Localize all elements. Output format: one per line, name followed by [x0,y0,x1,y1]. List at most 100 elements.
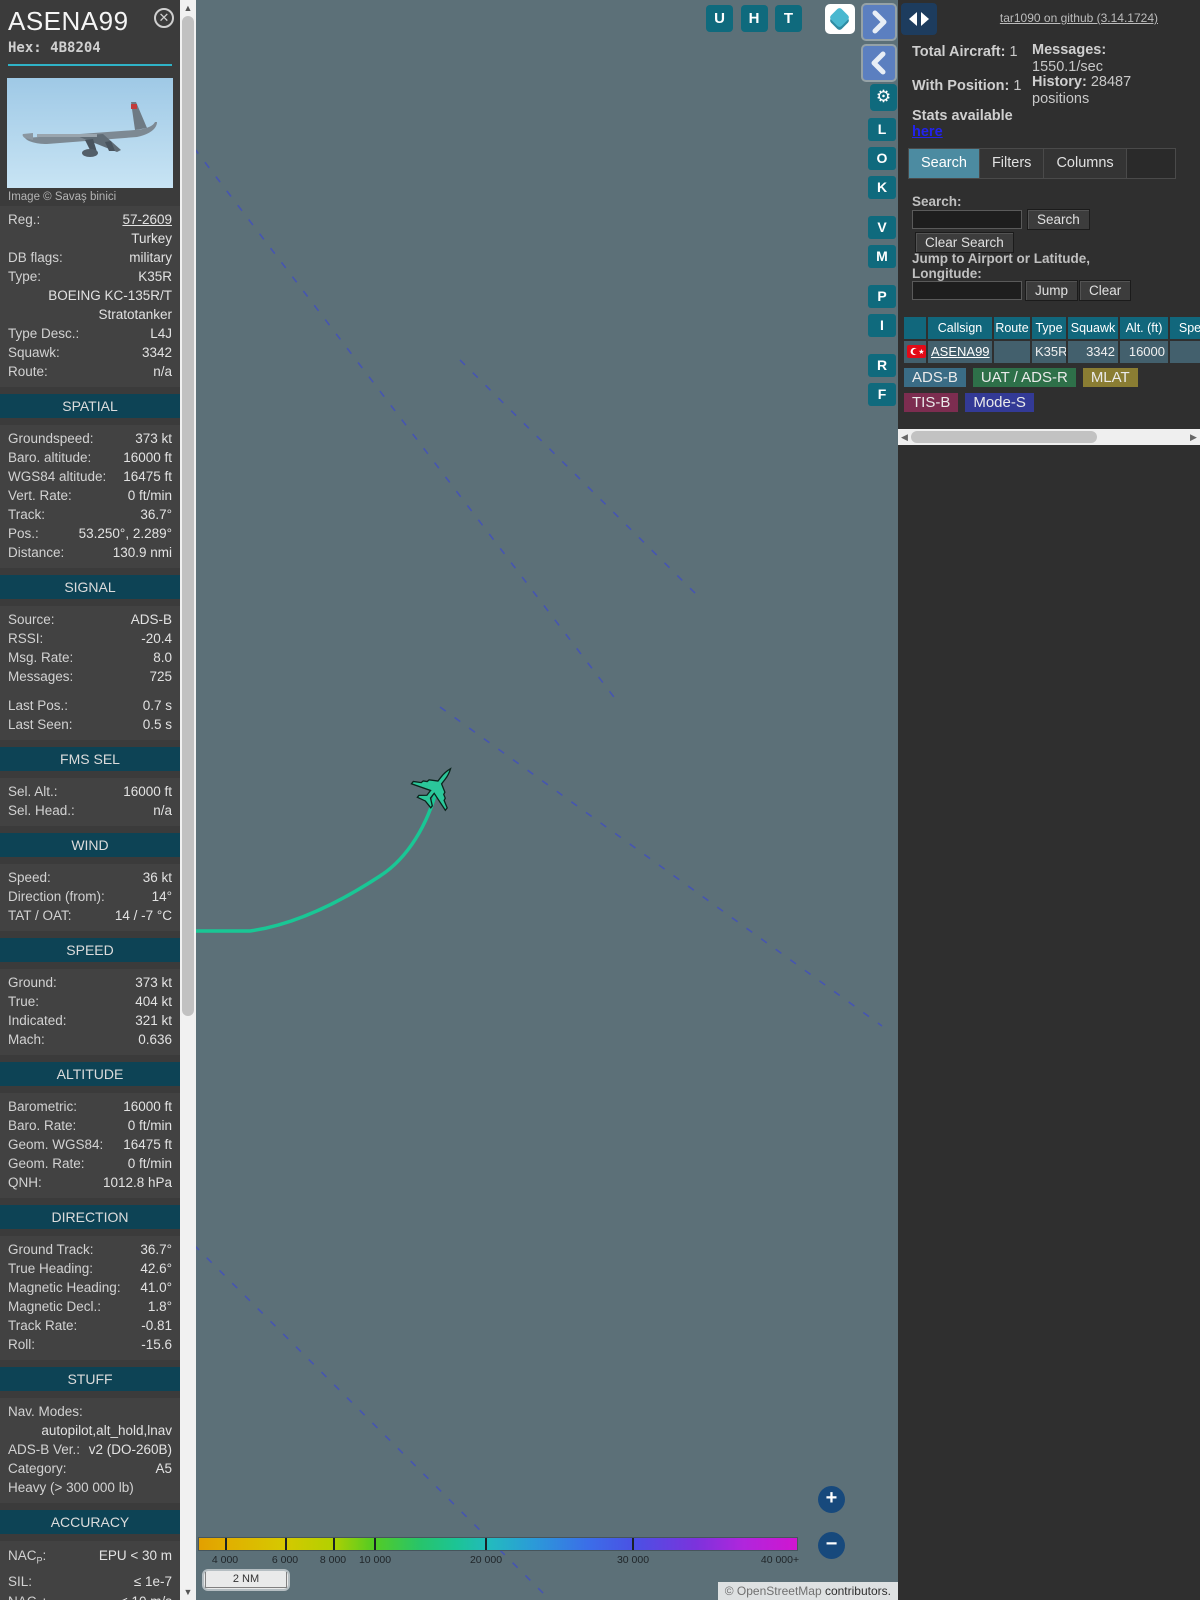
aircraft-photo[interactable] [7,78,173,188]
expand-right-button[interactable] [861,3,897,41]
data-row: Direction (from): 14° [0,887,180,906]
section-header: STUFF [0,1367,180,1391]
scroll-right-icon[interactable]: ▶ [1187,429,1200,445]
aircraft-list-panel: tar1090 on github (3.14.1724) Total Airc… [898,0,1200,1600]
map-button-k[interactable]: K [868,176,896,199]
map-button-t[interactable]: T [775,5,802,32]
column-header-Alt. (ft)[interactable]: Alt. (ft) [1120,317,1168,339]
map-button-m[interactable]: M [868,245,896,268]
data-row: Baro. altitude: 16000 ft [0,448,180,467]
scroll-up-icon[interactable]: ▲ [180,0,196,16]
map-button-u[interactable]: U [706,5,733,32]
zoom-out-button[interactable]: − [818,1532,845,1559]
aircraft-marker[interactable] [407,755,467,815]
map-button-h[interactable]: H [740,5,768,32]
data-row: NACP: EPU < 30 m [0,1545,180,1572]
with-position-label: With Position: [912,78,1010,94]
data-row: SIL: ≤ 1e-7 [0,1572,180,1591]
map-button-r[interactable]: R [868,354,896,377]
column-header-Spe[interactable]: Spe [1170,317,1200,339]
column-header-icon[interactable] [904,317,926,339]
jump-input[interactable] [912,281,1022,300]
row-value: autopilot,alt_hold,lnav [41,1423,172,1438]
data-row: Geom. WGS84: 16475 ft [0,1135,180,1154]
section-body: Ground Track: 36.7° True Heading: 42.6° Magn… [0,1236,180,1360]
table-row[interactable]: ★ ASENA99 K35R 3342 16000 [904,341,1200,363]
map-button-i[interactable]: I [868,314,896,337]
map-scale-label: 2 NM [205,1572,287,1588]
map-button-p[interactable]: P [868,285,896,308]
map-button-f[interactable]: F [868,383,896,406]
tab-columns[interactable]: Columns [1044,149,1127,178]
chevron-right-icon [872,10,887,34]
jump-button[interactable]: Jump [1025,280,1079,301]
column-header-Squawk[interactable]: Squawk [1068,317,1118,339]
row-label: Baro. altitude: [8,450,92,465]
scrollbar-thumb[interactable] [182,16,194,1016]
row-value: 1.8° [147,1299,172,1314]
row-label: Sel. Alt.: [8,784,58,799]
osm-link[interactable]: © OpenStreetMap [725,1584,822,1598]
zoom-in-button[interactable]: + [818,1486,845,1513]
map-scale: 2 NM [204,1571,288,1589]
source-type-badges: ADS-B UAT / ADS-R MLAT TIS-B Mode-S [904,368,1194,418]
tab-filters[interactable]: Filters [979,149,1045,178]
callsign-title: ASENA99 [8,6,129,36]
clear-button[interactable]: Clear [1079,280,1132,301]
map-attribution: © OpenStreetMap contributors. [717,1582,898,1600]
row-value: 16000 ft [123,784,172,799]
section-body: Nav. Modes: autopilot,alt_hold,lnav ADS-B … [0,1398,180,1503]
settings-button[interactable]: ⚙ [870,84,897,111]
table-horizontal-scrollbar[interactable]: ◀ ▶ [898,429,1200,445]
clear-search-button[interactable]: Clear Search [915,232,1014,253]
row-value: BOEING KC-135R/T Stratotanker [48,288,172,322]
row-value: v2 (DO-260B) [88,1442,172,1457]
map-button-o[interactable]: O [868,147,896,170]
column-header-Route[interactable]: Route [994,317,1030,339]
close-icon[interactable]: ✕ [154,8,174,28]
row-label: True Heading: [8,1261,94,1276]
row-value: 16475 ft [123,1137,172,1152]
callsign-cell: ASENA99 [928,341,992,363]
scroll-left-icon[interactable]: ◀ [898,429,911,445]
row-value: -20.4 [141,631,172,646]
tab-search[interactable]: Search [909,149,980,178]
stats-here-link[interactable]: here [912,124,943,140]
map-canvas[interactable]: UHT ⚙ LOKVMPIRF + − 4 000 6 000 8 000 10 00… [196,0,898,1600]
hscrollbar-thumb[interactable] [911,431,1097,443]
row-value: 16000 ft [123,1099,172,1114]
aircraft-photo-image [7,78,173,188]
column-header-Type[interactable]: Type [1032,317,1066,339]
column-header-Callsign[interactable]: Callsign [928,317,992,339]
row-label: Mach: [8,1032,45,1047]
panel-width-toggle-button[interactable] [901,3,937,35]
data-row: Barometric: 16000 ft [0,1097,180,1116]
map-button-l[interactable]: L [868,118,896,141]
section-header: FMS SEL [0,747,180,771]
legend-label: 20 000 [469,1554,503,1566]
row-label: Heavy (> 300 000 lb) [8,1480,134,1495]
messages-rate: Messages: 1550.1/sec [1032,42,1192,76]
messages-label: Messages: [1032,42,1107,58]
layers-button[interactable] [825,4,855,34]
collapse-left-button[interactable] [861,44,897,82]
section-header: SPEED [0,938,180,962]
row-value-link[interactable]: 57-2609 [122,210,172,229]
search-input[interactable] [912,210,1022,229]
callsign-link[interactable]: ASENA99 [931,344,990,359]
data-row: Heavy (> 300 000 lb) [0,1478,180,1497]
left-panel-scrollbar[interactable]: ▲ ▼ [180,0,196,1600]
search-button[interactable]: Search [1027,209,1090,230]
row-label: NACP: [8,1548,47,1566]
data-row: Type: K35R [0,267,180,286]
row-value: 404 kt [135,994,172,1009]
github-version-link[interactable]: tar1090 on github (3.14.1724) [1000,11,1158,25]
row-label: Pos.: [8,526,39,541]
scroll-down-icon[interactable]: ▼ [180,1584,196,1600]
data-row: ADS-B Ver.: v2 (DO-260B) [0,1440,180,1459]
row-label: Track Rate: [8,1318,78,1333]
row-label: Last Seen: [8,717,73,732]
map-button-v[interactable]: V [868,216,896,239]
row-label: SIL: [8,1573,33,1589]
flag-cell: ★ [904,341,926,363]
